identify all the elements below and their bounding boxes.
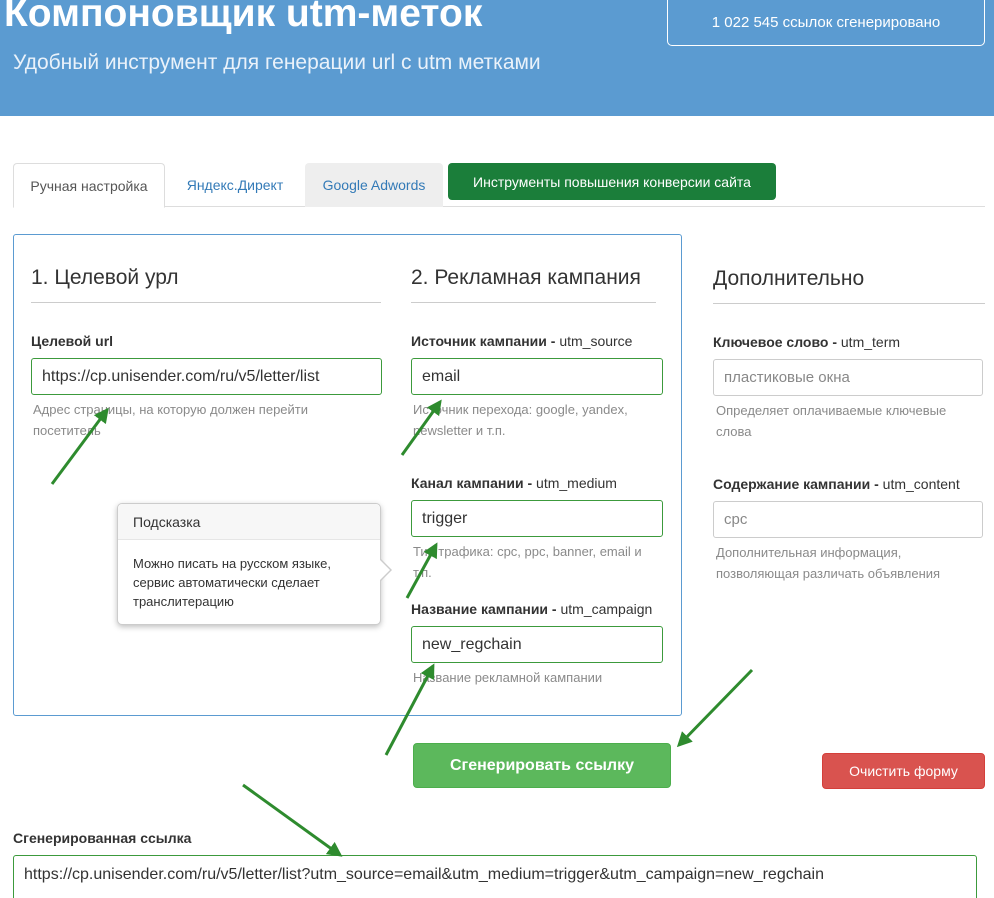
page-subtitle: Удобный инструмент для генерации url с u… [13,51,541,74]
utm-medium-input[interactable]: trigger [411,500,663,537]
arrow-to-generated-link [242,783,343,857]
tab-conversion-tools[interactable]: Инструменты повышения конверсии сайта [448,163,776,200]
utm-source-help: Источник перехода: google, yandex, newsl… [413,402,628,438]
section-campaign-title: 2. Рекламная кампания [411,266,641,289]
generated-link-label: Сгенерированная ссылка [13,830,192,846]
utm-term-label: Ключевое слово - utm_term [713,334,901,350]
target-url-input[interactable]: https://cp.unisender.com/ru/v5/letter/li… [31,358,382,395]
page-title: Компоновщик utm-меток [4,0,483,35]
target-url-help: Адрес страницы, на которую должен перейт… [33,402,309,438]
header: Компоновщик utm-меток Удобный инструмент… [0,0,994,116]
utm-campaign-help: Название рекламной кампании [413,670,603,685]
utm-content-label: Содержание кампании - utm_content [713,476,960,492]
utm-medium-help: Тип трафика: cpc, ppc, banner, email и т… [413,544,642,580]
links-counter-badge: 1 022 545 ссылок сгенерировано [667,0,985,46]
tab-yandex-direct[interactable]: Яндекс.Директ [165,163,305,207]
arrow-to-generate-button [676,668,754,748]
utm-term-help: Определяет оплачиваемые ключевые слова [716,403,947,439]
generated-link-output[interactable]: https://cp.unisender.com/ru/v5/letter/li… [13,855,977,898]
tab-manual-setup[interactable]: Ручная настройка [13,163,165,208]
utm-builder-page: Компоновщик utm-меток Удобный инструмент… [0,0,994,898]
target-url-label: Целевой url [31,333,114,349]
utm-term-input[interactable]: пластиковые окна [713,359,983,396]
utm-medium-label: Канал кампании - utm_medium [411,475,617,491]
hint-tooltip-arrow [380,559,392,581]
section-extra-title: Дополнительно [713,267,865,290]
utm-campaign-label: Название кампании - utm_campaign [411,601,653,617]
utm-source-input[interactable]: email [411,358,663,395]
generate-link-button[interactable]: Сгенерировать ссылку [413,743,671,788]
clear-form-button[interactable]: Очистить форму [822,753,985,789]
hint-tooltip-title: Подсказка [118,504,380,540]
hint-tooltip-body: Можно писать на русском языке, сервис ав… [133,556,331,609]
utm-source-label: Источник кампании - utm_source [411,333,633,349]
section-target-divider [31,302,381,303]
section-campaign-divider [411,302,656,303]
utm-content-help: Дополнительная информация, позволяющая р… [716,545,941,581]
utm-content-input[interactable]: cpc [713,501,983,538]
section-target-title: 1. Целевой урл [31,266,179,289]
utm-campaign-input[interactable]: new_regchain [411,626,663,663]
tab-google-adwords[interactable]: Google Adwords [305,163,443,207]
section-extra-divider [713,303,985,304]
tab-bar: Ручная настройка Яндекс.Директ Google Ad… [13,163,985,208]
hint-tooltip: Подсказка Можно писать на русском языке,… [117,503,392,625]
